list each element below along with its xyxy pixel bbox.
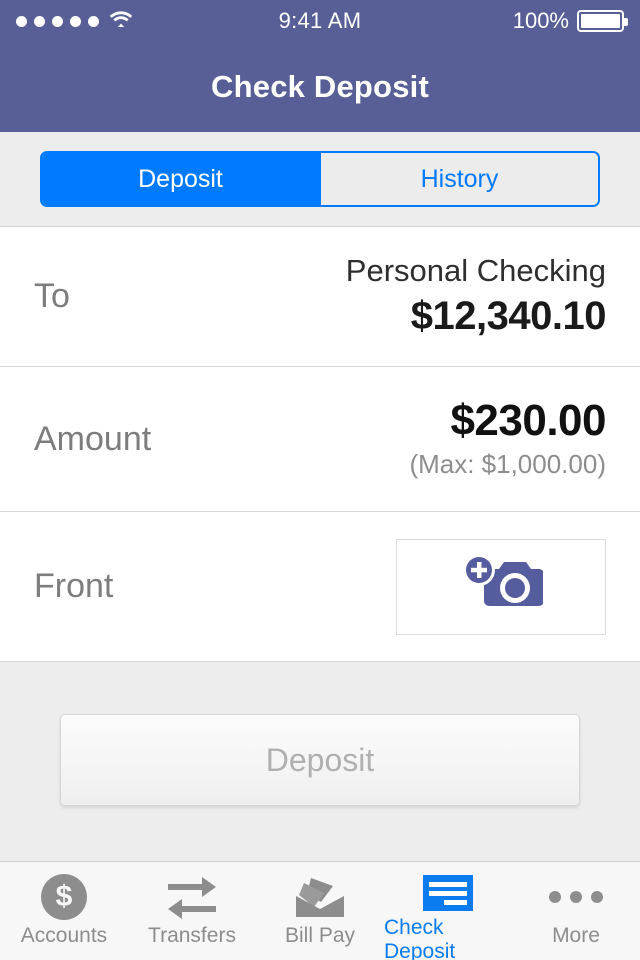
row-to-value: Personal Checking $12,340.10 bbox=[345, 252, 607, 341]
deposit-form: To Personal Checking $12,340.10 Amount $… bbox=[0, 226, 640, 662]
envelope-icon bbox=[293, 874, 347, 920]
tab-item-more[interactable]: More bbox=[512, 862, 640, 960]
tab-item-bill-pay[interactable]: Bill Pay bbox=[256, 862, 384, 960]
tab-item-transfers[interactable]: Transfers bbox=[128, 862, 256, 960]
row-to[interactable]: To Personal Checking $12,340.10 bbox=[0, 227, 640, 367]
tab-label-check-deposit: Check Deposit bbox=[384, 916, 456, 960]
tab-deposit[interactable]: Deposit bbox=[42, 153, 319, 205]
amount-input[interactable]: $230.00 bbox=[409, 396, 606, 447]
segmented-control[interactable]: Deposit History bbox=[40, 151, 600, 207]
tab-item-accounts[interactable]: $ Accounts bbox=[0, 862, 128, 960]
tab-label-bill-pay: Bill Pay bbox=[284, 924, 356, 947]
deposit-button[interactable]: Deposit bbox=[60, 714, 580, 806]
ellipsis-icon bbox=[549, 874, 603, 920]
front-capture-button[interactable] bbox=[396, 538, 606, 635]
page-title: Check Deposit bbox=[211, 69, 429, 104]
battery-full-icon bbox=[577, 10, 628, 32]
account-name: Personal Checking bbox=[345, 253, 606, 289]
account-balance: $12,340.10 bbox=[410, 293, 607, 338]
app-screen: 9:41 AM 100% Check Deposit Deposit Histo… bbox=[0, 0, 640, 960]
row-amount[interactable]: Amount $230.00 (Max: $1,000.00) bbox=[0, 367, 640, 512]
transfer-arrows-icon bbox=[166, 874, 218, 920]
tab-bar: $ Accounts Transfers Bill Pay Check Depo… bbox=[0, 861, 640, 960]
tab-label-more: More bbox=[552, 924, 600, 947]
row-amount-value: $230.00 (Max: $1,000.00) bbox=[409, 396, 606, 483]
tab-item-check-deposit[interactable]: Check Deposit bbox=[384, 862, 512, 960]
row-front-label: Front bbox=[34, 567, 114, 605]
tab-history[interactable]: History bbox=[319, 153, 598, 205]
segmented-control-container: Deposit History bbox=[0, 132, 640, 226]
check-icon bbox=[422, 874, 474, 912]
action-area: Deposit bbox=[0, 662, 640, 858]
status-bar: 9:41 AM 100% bbox=[0, 0, 640, 42]
dollar-circle-icon: $ bbox=[41, 874, 87, 920]
row-front[interactable]: Front bbox=[0, 512, 640, 662]
tab-label-transfers: Transfers bbox=[148, 924, 236, 947]
tab-label-accounts: Accounts bbox=[20, 924, 108, 947]
nav-bar: Check Deposit bbox=[0, 42, 640, 132]
battery-percent-label: 100% bbox=[512, 8, 569, 33]
status-bar-right: 100% bbox=[512, 8, 628, 34]
camera-add-icon bbox=[459, 553, 544, 620]
amount-max-hint: (Max: $1,000.00) bbox=[409, 449, 606, 480]
row-amount-label: Amount bbox=[34, 419, 152, 458]
row-to-label: To bbox=[34, 277, 70, 315]
